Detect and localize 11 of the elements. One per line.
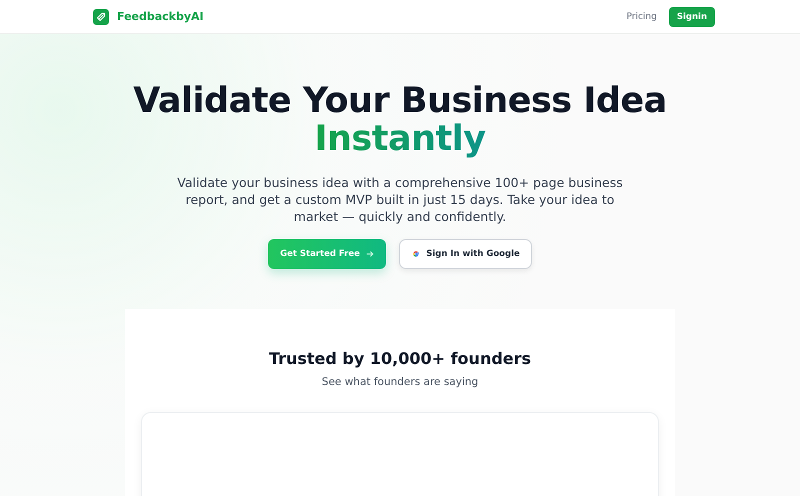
testimonials-title: Trusted by 10,000+ founders [268, 349, 532, 368]
get-started-button[interactable]: Get Started Free [268, 239, 386, 269]
brand-name[interactable]: FeedbackbyAI [117, 10, 204, 23]
google-g-icon [411, 249, 422, 259]
testimonials-subtitle: See what founders are saying [322, 376, 478, 388]
hero-title: Validate Your Business Idea [133, 82, 667, 120]
google-signin-button[interactable]: Sign In with Google [399, 239, 532, 269]
pricing-link[interactable]: Pricing [626, 12, 657, 22]
hero-subtitle: Validate your business idea with a comprehensive 100+ page business report, and get a custom MVP built in just 15 days. Take your idea to market — quickly and confidently. [176, 174, 624, 225]
signin-button[interactable]: Signin [668, 6, 715, 26]
arrow-right-icon [366, 250, 374, 258]
